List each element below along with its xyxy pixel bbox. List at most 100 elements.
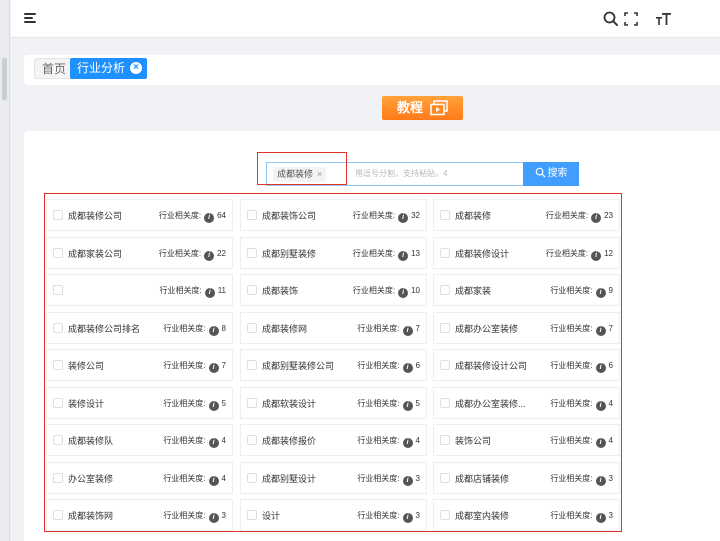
- result-checkbox[interactable]: [247, 210, 257, 220]
- info-icon[interactable]: i: [402, 438, 413, 448]
- info-icon[interactable]: i: [208, 325, 219, 336]
- scrollbar-thumb[interactable]: [2, 58, 7, 100]
- result-card[interactable]: 装修设计 行业相关度: i 5: [46, 386, 233, 419]
- result-checkbox[interactable]: [53, 210, 63, 220]
- result-card[interactable]: 办公室装修 行业相关度: i 4: [46, 461, 233, 494]
- result-card[interactable]: 成都装修 行业相关度: i 23: [433, 199, 620, 231]
- keyword-label: 成都别墅设计: [262, 473, 317, 484]
- result-card[interactable]: 成都装修网 行业相关度: i 7: [240, 311, 427, 344]
- result-card[interactable]: 成都办公室装修 行业相关度: i 7: [433, 311, 620, 345]
- result-checkbox[interactable]: [53, 322, 63, 333]
- result-checkbox[interactable]: [247, 247, 257, 258]
- result-checkbox[interactable]: [53, 435, 63, 445]
- result-card[interactable]: 成都装修报价 行业相关度: i 4: [240, 424, 427, 456]
- result-checkbox[interactable]: [53, 360, 63, 370]
- result-checkbox[interactable]: [53, 472, 63, 483]
- info-icon[interactable]: i: [591, 250, 602, 261]
- result-checkbox[interactable]: [247, 397, 257, 408]
- result-card[interactable]: 成都家装 行业相关度: i 9: [433, 274, 620, 306]
- result-checkbox[interactable]: [53, 285, 63, 295]
- result-card[interactable]: 行业相关度: i 11: [46, 274, 233, 306]
- left-scrollbar[interactable]: [0, 0, 10, 541]
- font-size-icon[interactable]: [654, 9, 674, 29]
- info-icon[interactable]: i: [208, 475, 219, 486]
- result-card[interactable]: 成都装饰公司 行业相关度: i 32: [240, 199, 427, 231]
- result-checkbox[interactable]: [440, 210, 450, 220]
- info-icon[interactable]: i: [204, 213, 215, 223]
- info-icon[interactable]: i: [208, 438, 219, 448]
- result-checkbox[interactable]: [440, 397, 450, 408]
- info-icon[interactable]: i: [402, 513, 413, 523]
- search-button[interactable]: 搜索: [523, 162, 579, 186]
- tag-industry-analysis[interactable]: 行业分析 ×: [70, 58, 148, 79]
- info-icon[interactable]: i: [595, 363, 606, 373]
- info-icon[interactable]: i: [402, 400, 413, 411]
- result-checkbox[interactable]: [247, 285, 257, 295]
- result-card[interactable]: 成都家装公司 行业相关度: i 22: [46, 236, 233, 269]
- info-icon[interactable]: i: [208, 363, 219, 373]
- result-card[interactable]: 成都别墅装修 行业相关度: i 13: [240, 236, 427, 269]
- result-checkbox[interactable]: [247, 435, 257, 445]
- info-icon[interactable]: i: [595, 513, 606, 523]
- result-checkbox[interactable]: [440, 472, 450, 483]
- relevance: 行业相关度: i 3: [357, 463, 420, 495]
- info-icon[interactable]: i: [595, 475, 606, 486]
- tutorial-button[interactable]: 教程: [382, 96, 463, 120]
- result-card[interactable]: 成都店铺装修 行业相关度: i 3: [433, 461, 620, 494]
- info-icon[interactable]: i: [208, 400, 219, 411]
- relevance-label: 行业相关度:: [159, 286, 202, 295]
- result-checkbox[interactable]: [440, 247, 450, 258]
- info-icon[interactable]: i: [398, 288, 409, 298]
- result-card[interactable]: 设计 行业相关度: i 3: [240, 499, 427, 531]
- relevance: 行业相关度: i 7: [550, 313, 613, 345]
- result-checkbox[interactable]: [440, 285, 450, 295]
- result-checkbox[interactable]: [440, 435, 450, 445]
- tag-home[interactable]: 首页: [34, 58, 75, 79]
- result-checkbox[interactable]: [247, 510, 257, 520]
- keyword-input[interactable]: 成都装修 × 用逗号分割，支持粘贴，4: [266, 162, 524, 186]
- result-checkbox[interactable]: [440, 510, 450, 520]
- result-checkbox[interactable]: [247, 472, 257, 483]
- result-card[interactable]: 成都装修队 行业相关度: i 4: [46, 424, 233, 456]
- result-card[interactable]: 装饰公司 行业相关度: i 4: [433, 424, 620, 456]
- relevance-score: 8: [221, 323, 226, 333]
- info-icon[interactable]: i: [402, 363, 413, 373]
- info-icon[interactable]: i: [398, 250, 409, 261]
- info-icon[interactable]: i: [595, 325, 606, 336]
- result-card[interactable]: 成都办公室装修... 行业相关度: i 4: [433, 386, 620, 419]
- result-card[interactable]: 成都别墅设计 行业相关度: i 3: [240, 461, 427, 495]
- info-icon[interactable]: i: [398, 213, 409, 223]
- result-checkbox[interactable]: [53, 247, 63, 258]
- info-icon[interactable]: i: [204, 288, 215, 298]
- result-card[interactable]: 成都装修公司排名 行业相关度: i 8: [46, 311, 233, 344]
- result-checkbox[interactable]: [53, 397, 63, 408]
- info-icon[interactable]: i: [595, 288, 606, 298]
- result-card[interactable]: 成都软装设计 行业相关度: i 5: [240, 386, 427, 419]
- result-checkbox[interactable]: [53, 510, 63, 520]
- close-icon[interactable]: ×: [130, 62, 143, 74]
- info-icon[interactable]: i: [595, 400, 606, 411]
- result-card[interactable]: 成都装饰 行业相关度: i 10: [240, 274, 427, 306]
- result-card[interactable]: 成都装修设计 行业相关度: i 12: [433, 236, 620, 269]
- search-icon[interactable]: [601, 9, 621, 29]
- result-card[interactable]: 装修公司 行业相关度: i 7: [46, 349, 233, 381]
- result-checkbox[interactable]: [440, 360, 450, 370]
- info-icon[interactable]: i: [204, 250, 215, 261]
- result-card[interactable]: 成都装修公司 行业相关度: i 64: [46, 199, 233, 231]
- result-card[interactable]: 成都装饰网 行业相关度: i 3: [46, 499, 233, 531]
- info-icon[interactable]: i: [208, 513, 219, 523]
- remove-keyword-icon[interactable]: ×: [317, 169, 322, 179]
- info-icon[interactable]: i: [595, 438, 606, 448]
- result-checkbox[interactable]: [247, 360, 257, 370]
- result-checkbox[interactable]: [247, 322, 257, 333]
- fullscreen-icon[interactable]: [621, 9, 641, 29]
- info-icon[interactable]: i: [402, 475, 413, 486]
- keyword-label: 成都室内装修: [455, 511, 510, 521]
- info-icon[interactable]: i: [402, 325, 413, 336]
- result-checkbox[interactable]: [440, 322, 450, 333]
- result-card[interactable]: 成都别墅装修公司 行业相关度: i 6: [240, 349, 427, 381]
- info-icon[interactable]: i: [591, 213, 602, 223]
- menu-icon[interactable]: [24, 13, 36, 24]
- result-card[interactable]: 成都室内装修 行业相关度: i 3: [433, 499, 620, 531]
- result-card[interactable]: 成都装修设计公司 行业相关度: i 6: [433, 349, 620, 381]
